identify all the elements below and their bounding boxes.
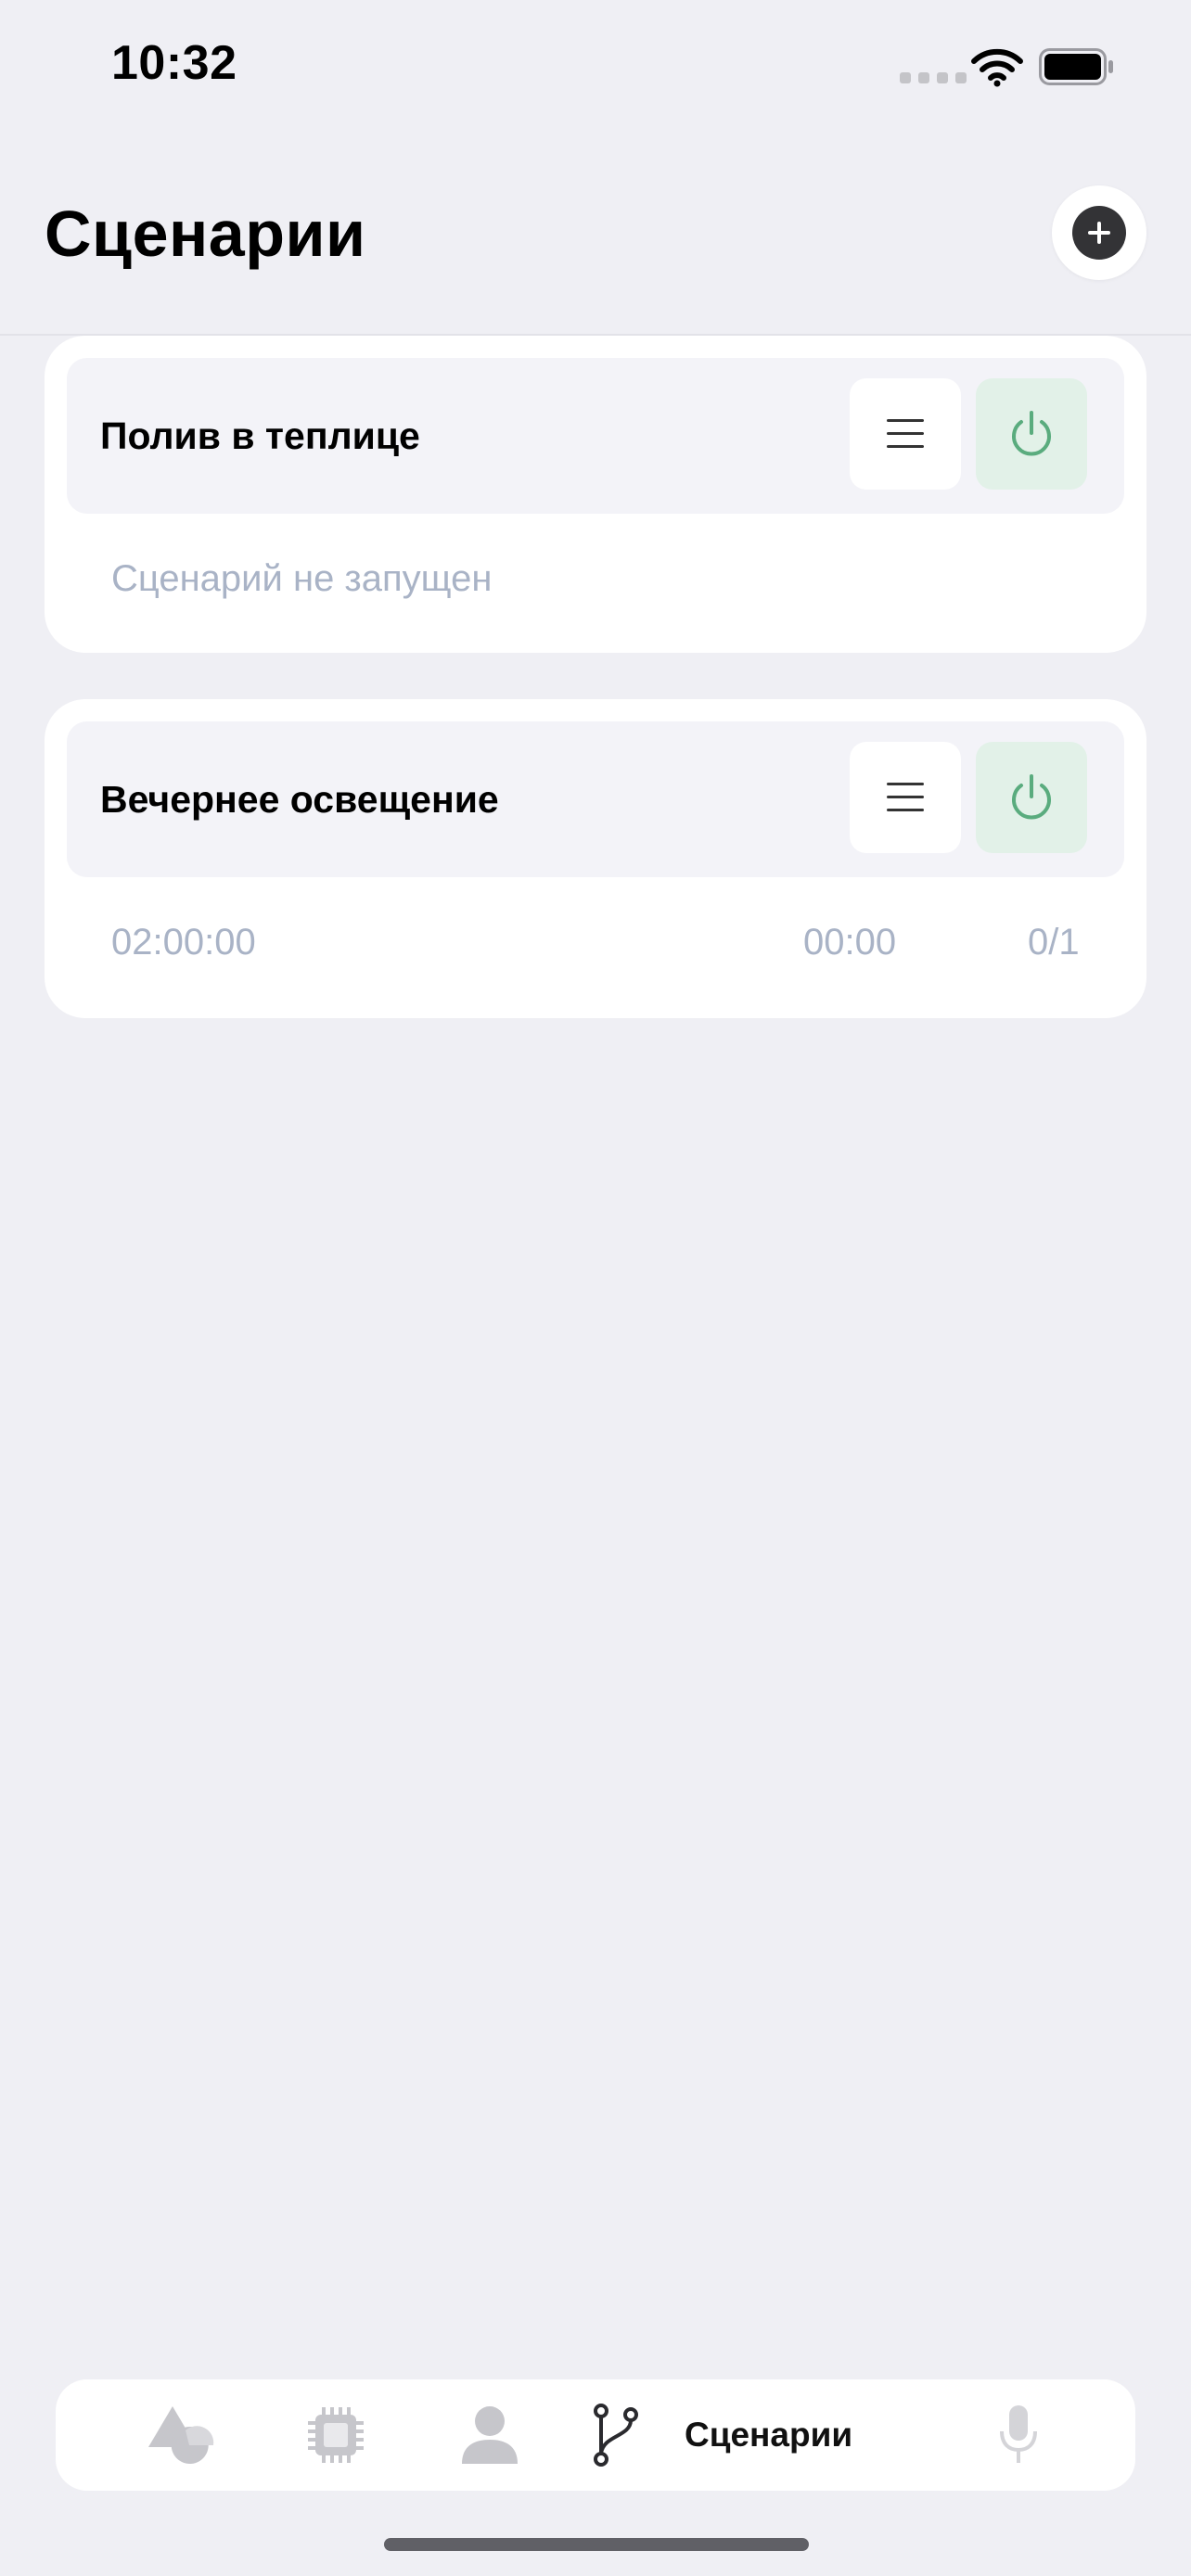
person-icon [462,2406,518,2464]
scenario-power-button[interactable] [976,742,1087,853]
add-scenario-button[interactable] [1052,185,1146,280]
chip-icon [308,2407,364,2463]
scenario-menu-button[interactable] [850,378,961,490]
tab-devices[interactable] [289,2379,382,2491]
power-icon [1012,774,1051,820]
scenario-card-header: Вечернее освещение [67,721,1124,877]
scenario-power-button[interactable] [976,378,1087,490]
tab-scenarios-label: Сценарии [685,2416,853,2454]
cellular-signal-icon [900,72,967,83]
scenario-card: Полив в теплице Сценарий не запущен [45,336,1146,653]
bottom-tab-bar: Сценарии [56,2379,1135,2491]
tab-shapes[interactable] [135,2379,228,2491]
scenario-name: Полив в теплице [100,414,420,457]
scenario-progress: 0/1 [1028,922,1080,963]
status-time: 10:32 [111,36,237,90]
scenario-card-header: Полив в теплице [67,358,1124,514]
tab-voice[interactable] [972,2379,1065,2491]
scenario-card: Вечернее освещение 02:00:00 00:00 0/1 [45,699,1146,1018]
microphone-icon [1000,2405,1037,2463]
scenario-name: Вечернее освещение [100,778,499,821]
wifi-icon [971,48,1023,87]
battery-icon [1039,48,1113,85]
tab-profile[interactable] [443,2379,536,2491]
scenario-duration: 02:00:00 [111,922,256,963]
plus-icon [1072,206,1126,260]
status-bar: 10:32 [0,0,1191,139]
tab-scenarios[interactable]: Сценарии [588,2379,978,2491]
page-header: Сценарии [0,139,1191,336]
scenario-menu-button[interactable] [850,742,961,853]
shapes-icon [148,2406,214,2464]
page-title: Сценарии [45,198,366,270]
branch-icon [594,2404,638,2467]
home-indicator [384,2538,809,2551]
scenario-status-text: Сценарий не запущен [111,558,493,599]
power-icon [1012,411,1051,456]
scenario-elapsed: 00:00 [803,922,897,963]
